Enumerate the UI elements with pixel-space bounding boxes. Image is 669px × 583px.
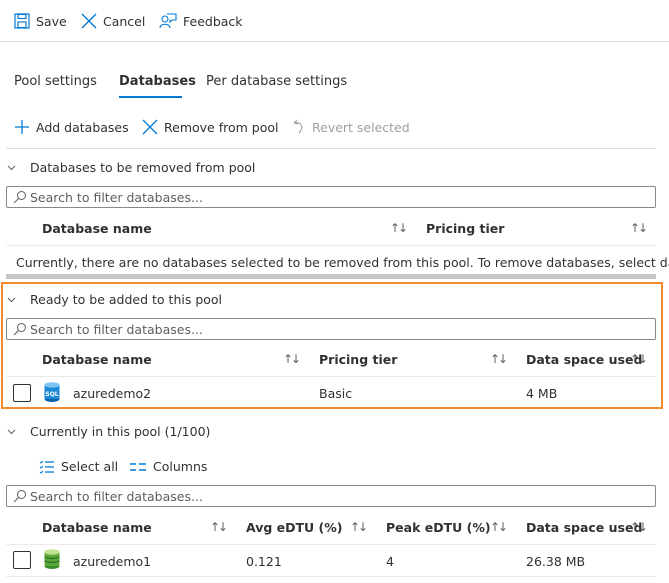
column-header-database-name[interactable]: Database name — [42, 221, 152, 236]
current-search-input[interactable] — [30, 488, 630, 504]
sort-icon[interactable]: ↑↓ — [283, 352, 301, 366]
save-label: Save — [36, 13, 67, 29]
section-current-title: Currently in this pool (1/100) — [30, 424, 211, 439]
feedback-icon — [159, 13, 177, 29]
remove-from-pool-label: Remove from pool — [164, 119, 279, 135]
section-ready-header[interactable]: Ready to be added to this pool — [7, 292, 222, 307]
section-remove-title: Databases to be removed from pool — [30, 160, 256, 175]
undo-icon — [293, 119, 303, 134]
database-icon — [44, 549, 60, 569]
save-button[interactable]: Save — [14, 13, 67, 29]
close-icon — [81, 13, 97, 29]
cancel-button[interactable]: Cancel — [81, 13, 145, 29]
empty-message: Currently, there are no databases select… — [16, 255, 669, 270]
chevron-down-icon — [7, 429, 16, 435]
database-name[interactable]: azuredemo1 — [73, 554, 151, 569]
sort-icon[interactable]: ↑↓ — [350, 520, 368, 534]
database-toolbar: Add databases Remove from pool Revert se… — [0, 118, 656, 144]
feedback-button[interactable]: Feedback — [159, 13, 243, 29]
section-current-header[interactable]: Currently in this pool (1/100) — [7, 424, 210, 439]
row-checkbox[interactable] — [13, 384, 31, 402]
search-icon — [13, 191, 26, 204]
tab-databases[interactable]: Databases — [119, 74, 196, 89]
column-header-avg-edtu[interactable]: Avg eDTU (%) — [246, 520, 343, 535]
remove-search-input[interactable] — [30, 189, 630, 205]
database-name[interactable]: azuredemo2 — [73, 386, 151, 401]
data-space-used: 4 MB — [526, 386, 558, 401]
column-header-pricing-tier[interactable]: Pricing tier — [426, 221, 504, 236]
chevron-down-icon — [7, 297, 16, 303]
search-icon — [13, 323, 26, 336]
close-icon — [142, 119, 158, 135]
avg-edtu: 0.121 — [246, 554, 282, 569]
revert-selected-label: Revert selected — [312, 119, 410, 135]
remove-from-pool-button[interactable]: Remove from pool — [142, 119, 278, 135]
section-remove-header[interactable]: Databases to be removed from pool — [7, 160, 255, 175]
ready-search-input[interactable] — [30, 321, 630, 337]
columns-icon — [130, 462, 146, 471]
active-tab-indicator — [119, 96, 182, 98]
sql-database-icon: SQL — [44, 382, 60, 402]
save-icon — [14, 13, 30, 29]
columns-button[interactable]: Columns — [129, 459, 207, 474]
ready-search-box[interactable] — [6, 318, 656, 340]
add-databases-label: Add databases — [36, 119, 129, 135]
row-divider — [6, 544, 656, 545]
row-checkbox[interactable] — [13, 551, 31, 569]
select-all-icon — [39, 460, 54, 474]
command-bar: Save Cancel Feedback — [0, 0, 669, 42]
sort-icon[interactable]: ↑↓ — [490, 520, 508, 534]
tab-pool-settings[interactable]: Pool settings — [14, 74, 97, 89]
section-ready-title: Ready to be added to this pool — [30, 292, 223, 307]
horizontal-scrollbar[interactable] — [6, 274, 656, 279]
feedback-label: Feedback — [183, 13, 243, 29]
column-header-database-name[interactable]: Database name — [42, 352, 152, 367]
add-databases-button[interactable]: Add databases — [14, 119, 129, 135]
revert-selected-button[interactable]: Revert selected — [292, 119, 410, 135]
pricing-tier: Basic — [319, 386, 353, 401]
remove-search-box[interactable] — [6, 186, 656, 208]
sort-icon[interactable]: ↑↓ — [210, 520, 228, 534]
cancel-label: Cancel — [103, 13, 146, 29]
chevron-down-icon — [7, 165, 16, 171]
row-divider — [6, 576, 656, 577]
row-divider — [6, 245, 656, 246]
select-all-label: Select all — [61, 459, 119, 474]
sort-icon[interactable]: ↑↓ — [630, 352, 648, 366]
tab-per-database-settings[interactable]: Per database settings — [206, 74, 347, 89]
row-divider — [6, 376, 656, 377]
divider — [6, 148, 656, 149]
column-header-data-space-used[interactable]: Data space used — [526, 352, 642, 367]
peak-edtu: 4 — [386, 554, 394, 569]
svg-text:SQL: SQL — [45, 391, 58, 398]
column-header-peak-edtu[interactable]: Peak eDTU (%) — [386, 520, 491, 535]
add-icon — [15, 120, 29, 134]
column-header-data-space-used[interactable]: Data space used — [526, 520, 642, 535]
column-header-pricing-tier[interactable]: Pricing tier — [319, 352, 397, 367]
data-space-used: 26.38 MB — [526, 554, 586, 569]
column-header-database-name[interactable]: Database name — [42, 520, 152, 535]
select-all-button[interactable]: Select all — [39, 459, 118, 474]
search-icon — [13, 490, 26, 503]
sort-icon[interactable]: ↑↓ — [630, 221, 648, 235]
current-search-box[interactable] — [6, 485, 656, 507]
sort-icon[interactable]: ↑↓ — [390, 221, 408, 235]
sort-icon[interactable]: ↑↓ — [490, 352, 508, 366]
sort-icon[interactable]: ↑↓ — [630, 520, 648, 534]
columns-label: Columns — [153, 459, 208, 474]
